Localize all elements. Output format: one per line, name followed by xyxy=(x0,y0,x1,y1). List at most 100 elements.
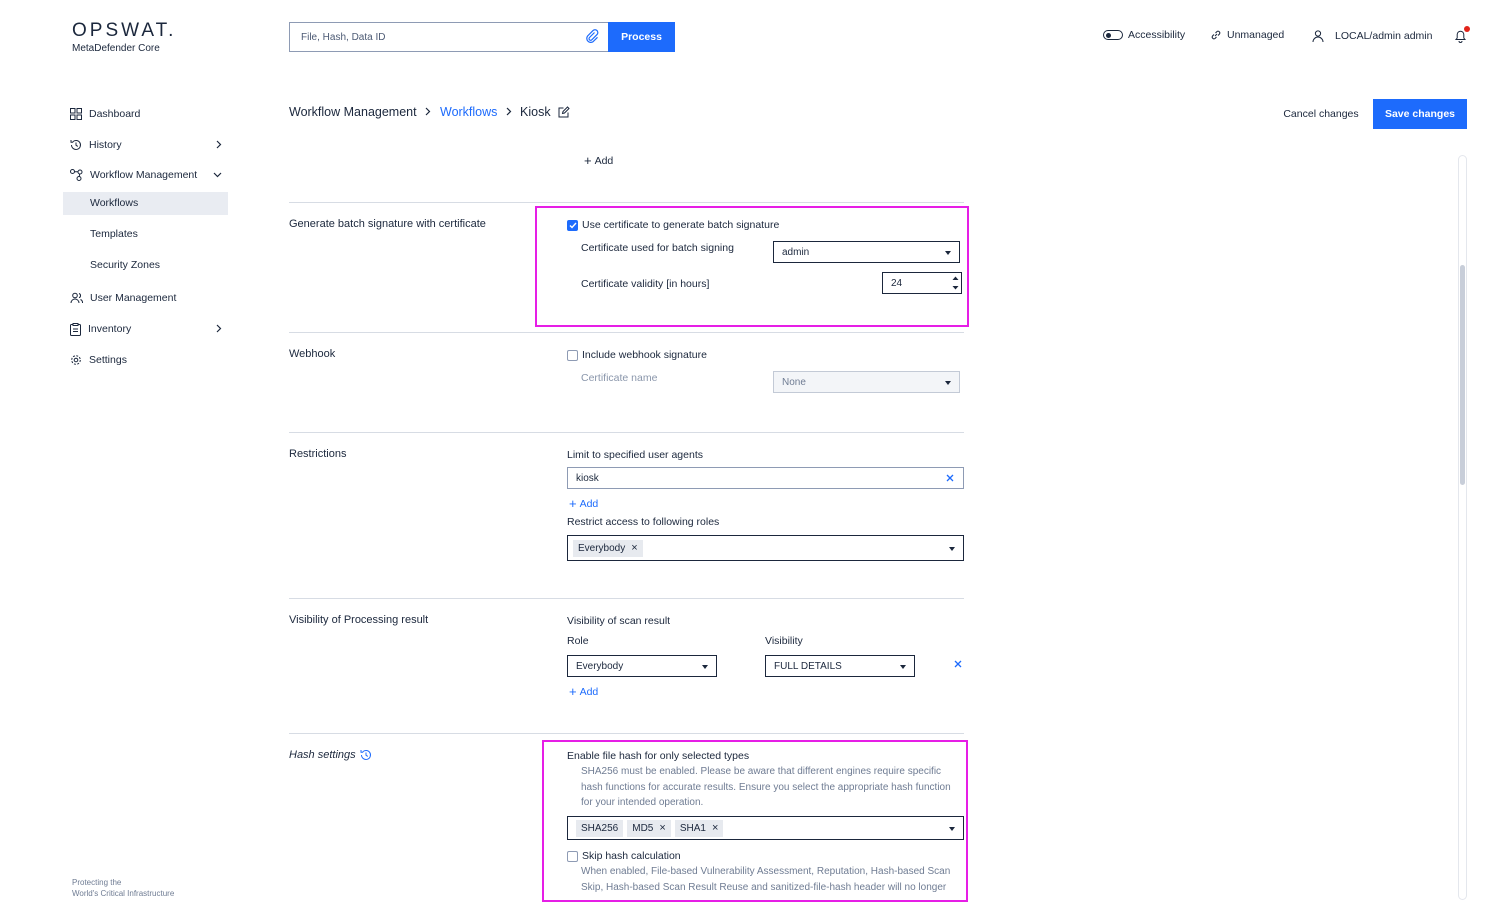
users-icon xyxy=(70,292,83,304)
history-icon[interactable] xyxy=(360,749,372,761)
cert-select[interactable]: admin xyxy=(773,241,960,263)
footer-tagline: Protecting the World's Critical Infrastr… xyxy=(72,878,175,898)
search-box xyxy=(289,22,608,52)
hash-types-select[interactable]: SHA256 MD5 × SHA1 × xyxy=(567,816,964,840)
breadcrumb-current: Kiosk xyxy=(520,105,551,119)
add-agent-link[interactable]: + Add xyxy=(569,496,598,511)
section-divider xyxy=(289,202,964,203)
sidebar-item-history[interactable]: History xyxy=(70,134,230,156)
webhook-cert-label: Certificate name xyxy=(581,372,658,384)
hash-enable-help: SHA256 must be enabled. Please be aware … xyxy=(581,766,951,808)
toggle-switch-icon[interactable] xyxy=(1103,30,1123,40)
webhook-checkbox[interactable] xyxy=(567,349,578,361)
hash-chip: SHA1 × xyxy=(674,819,724,837)
webhook-section-title: Webhook xyxy=(289,348,336,360)
save-changes-button[interactable]: Save changes xyxy=(1373,99,1467,129)
sidebar-item-settings[interactable]: Settings xyxy=(70,349,230,371)
webhook-cert-value: None xyxy=(782,376,806,388)
user-menu[interactable]: LOCAL/admin admin xyxy=(1311,29,1432,43)
section-divider xyxy=(289,332,964,333)
sidebar-item-user-management[interactable]: User Management xyxy=(70,287,230,309)
number-stepper[interactable] xyxy=(951,274,960,292)
sidebar-item-label: Workflow Management xyxy=(90,169,198,181)
plus-icon: + xyxy=(569,496,577,511)
plus-icon: + xyxy=(584,153,592,168)
link-icon xyxy=(1210,29,1222,41)
restrictions-section-title: Restrictions xyxy=(289,448,347,460)
chevron-right-icon xyxy=(424,107,431,116)
visibility-select[interactable]: FULL DETAILS xyxy=(765,655,915,677)
sidebar-subitem-templates[interactable]: Templates xyxy=(90,228,138,240)
grid-icon xyxy=(70,108,82,120)
hash-chip: MD5 × xyxy=(627,819,671,837)
caret-down-icon xyxy=(945,381,951,385)
notifications-button[interactable] xyxy=(1454,26,1470,43)
hash-enable-label: Enable file hash for only selected types xyxy=(567,750,750,762)
webhook-cert-select[interactable]: None xyxy=(773,371,960,393)
remove-visibility-icon[interactable] xyxy=(954,660,962,668)
paperclip-icon[interactable] xyxy=(585,29,599,43)
accessibility-label: Accessibility xyxy=(1128,29,1186,41)
caret-down-icon xyxy=(900,665,906,669)
notification-badge xyxy=(1464,26,1470,32)
unmanaged-label: Unmanaged xyxy=(1227,29,1285,41)
agent-value: kiosk xyxy=(576,472,599,484)
cert-select-value: admin xyxy=(782,246,810,258)
chevron-down-icon xyxy=(213,171,222,178)
roles-label: Restrict access to following roles xyxy=(567,516,720,528)
role-chip: Everybody × xyxy=(573,539,643,557)
batch-section-title: Generate batch signature with certificat… xyxy=(289,218,486,230)
section-divider xyxy=(289,598,964,599)
sidebar-item-dashboard[interactable]: Dashboard xyxy=(70,103,230,125)
user-name: LOCAL/admin admin xyxy=(1335,30,1433,42)
skip-hash-row[interactable]: Skip hash calculation xyxy=(567,850,681,862)
sidebar-item-workflow-management[interactable]: Workflow Management xyxy=(70,164,230,186)
unmanaged-link[interactable]: Unmanaged xyxy=(1210,29,1284,41)
cert-label: Certificate used for batch signing xyxy=(581,242,734,254)
caret-down-icon xyxy=(949,547,955,551)
breadcrumb-workflows[interactable]: Workflows xyxy=(440,105,497,119)
hash-chip: SHA256 xyxy=(576,819,624,837)
skip-hash-label: Skip hash calculation xyxy=(582,850,681,862)
caret-down-icon xyxy=(945,251,951,255)
roles-select[interactable]: Everybody × xyxy=(567,535,964,561)
sidebar-subitem-security-zones[interactable]: Security Zones xyxy=(90,259,160,271)
agent-input[interactable]: kiosk xyxy=(567,467,964,489)
close-icon[interactable]: × xyxy=(631,542,637,554)
visibility-select-value: FULL DETAILS xyxy=(774,660,842,672)
webhook-checkbox-row[interactable]: Include webhook signature xyxy=(567,349,707,361)
caret-down-icon xyxy=(702,665,708,669)
validity-value: 24 xyxy=(891,277,903,289)
scrollbar-thumb[interactable] xyxy=(1460,265,1465,485)
sidebar-item-inventory[interactable]: Inventory xyxy=(70,318,230,340)
clipboard-icon xyxy=(70,322,81,336)
batch-checkbox-row[interactable]: Use certificate to generate batch signat… xyxy=(567,219,779,231)
check-icon xyxy=(569,222,577,229)
sidebar-item-label: Settings xyxy=(89,354,127,366)
sidebar-item-label: Dashboard xyxy=(89,108,141,120)
visibility-section-title: Visibility of Processing result xyxy=(289,614,429,626)
gear-icon xyxy=(70,354,82,366)
edit-icon[interactable] xyxy=(558,106,570,118)
plus-icon: + xyxy=(569,684,577,699)
add-visibility-link[interactable]: + Add xyxy=(569,684,598,699)
cancel-changes-button[interactable]: Cancel changes xyxy=(1272,101,1370,127)
role-label: Role xyxy=(567,635,589,647)
close-icon[interactable] xyxy=(946,474,954,482)
process-button[interactable]: Process xyxy=(608,22,675,52)
breadcrumb-root[interactable]: Workflow Management xyxy=(289,105,417,119)
accessibility-toggle[interactable]: Accessibility xyxy=(1103,29,1185,41)
role-select[interactable]: Everybody xyxy=(567,655,717,677)
product-name: MetaDefender Core xyxy=(72,43,160,54)
visibility-label: Visibility xyxy=(765,635,803,647)
validity-input[interactable]: 24 xyxy=(882,272,962,294)
batch-checkbox[interactable] xyxy=(567,219,578,231)
close-icon[interactable]: × xyxy=(659,822,665,834)
add-link-top[interactable]: + Add xyxy=(584,153,613,168)
close-icon[interactable]: × xyxy=(712,822,718,834)
sidebar-subitem-workflows[interactable]: Workflows xyxy=(90,197,138,209)
search-input[interactable] xyxy=(290,23,570,51)
skip-hash-checkbox[interactable] xyxy=(567,850,578,862)
section-divider xyxy=(289,432,964,433)
sidebar-active-highlight xyxy=(63,192,228,215)
